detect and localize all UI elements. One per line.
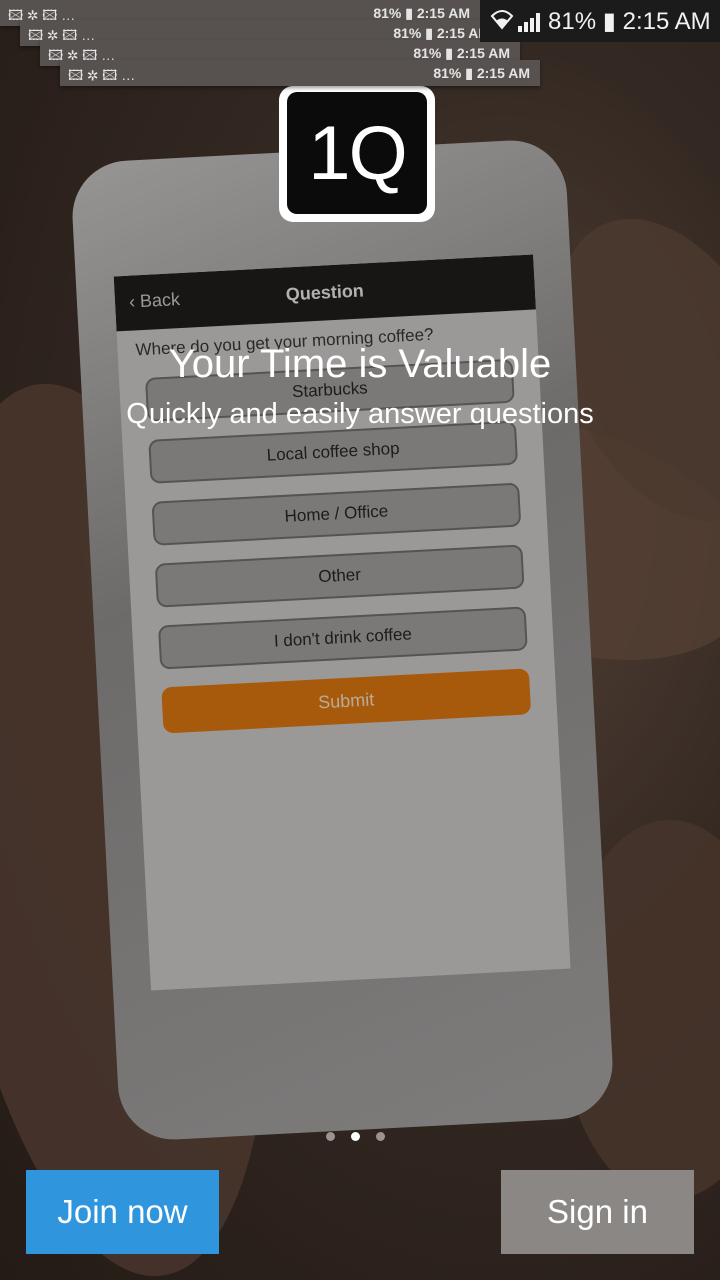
- battery-icon: ▮: [602, 8, 616, 35]
- status-bar: 81% ▮ 2:15 AM: [480, 0, 720, 42]
- ghost-icons: 🖾 ✲ 🖾 …: [68, 67, 136, 83]
- notification-ghost: 🖾 ✲ 🖾 … 81% ▮ 2:15 AM: [60, 60, 540, 86]
- logo-mark: 1Q: [287, 92, 427, 214]
- onboarding-screen: ‹ Back Question Where do you get your mo…: [0, 0, 720, 1280]
- pager-dot[interactable]: [326, 1132, 335, 1141]
- signal-icon: [518, 13, 540, 32]
- status-text: 81% ▮ 2:15 AM: [548, 7, 711, 36]
- pager-dot-active[interactable]: [351, 1132, 360, 1141]
- wifi-icon: [490, 10, 514, 30]
- sign-in-button[interactable]: Sign in: [501, 1170, 694, 1254]
- hero-title: Your Time is Valuable: [168, 342, 552, 386]
- pager-dot[interactable]: [376, 1132, 385, 1141]
- join-now-button[interactable]: Join now: [26, 1170, 219, 1254]
- hero-subtitle: Quickly and easily answer questions: [126, 398, 594, 430]
- pager-dots: [326, 1132, 385, 1141]
- battery-percent: 81%: [548, 8, 597, 35]
- app-logo: 1Q: [279, 86, 435, 222]
- ghost-status: 81% ▮ 2:15 AM: [433, 65, 530, 81]
- clock: 2:15 AM: [622, 8, 711, 35]
